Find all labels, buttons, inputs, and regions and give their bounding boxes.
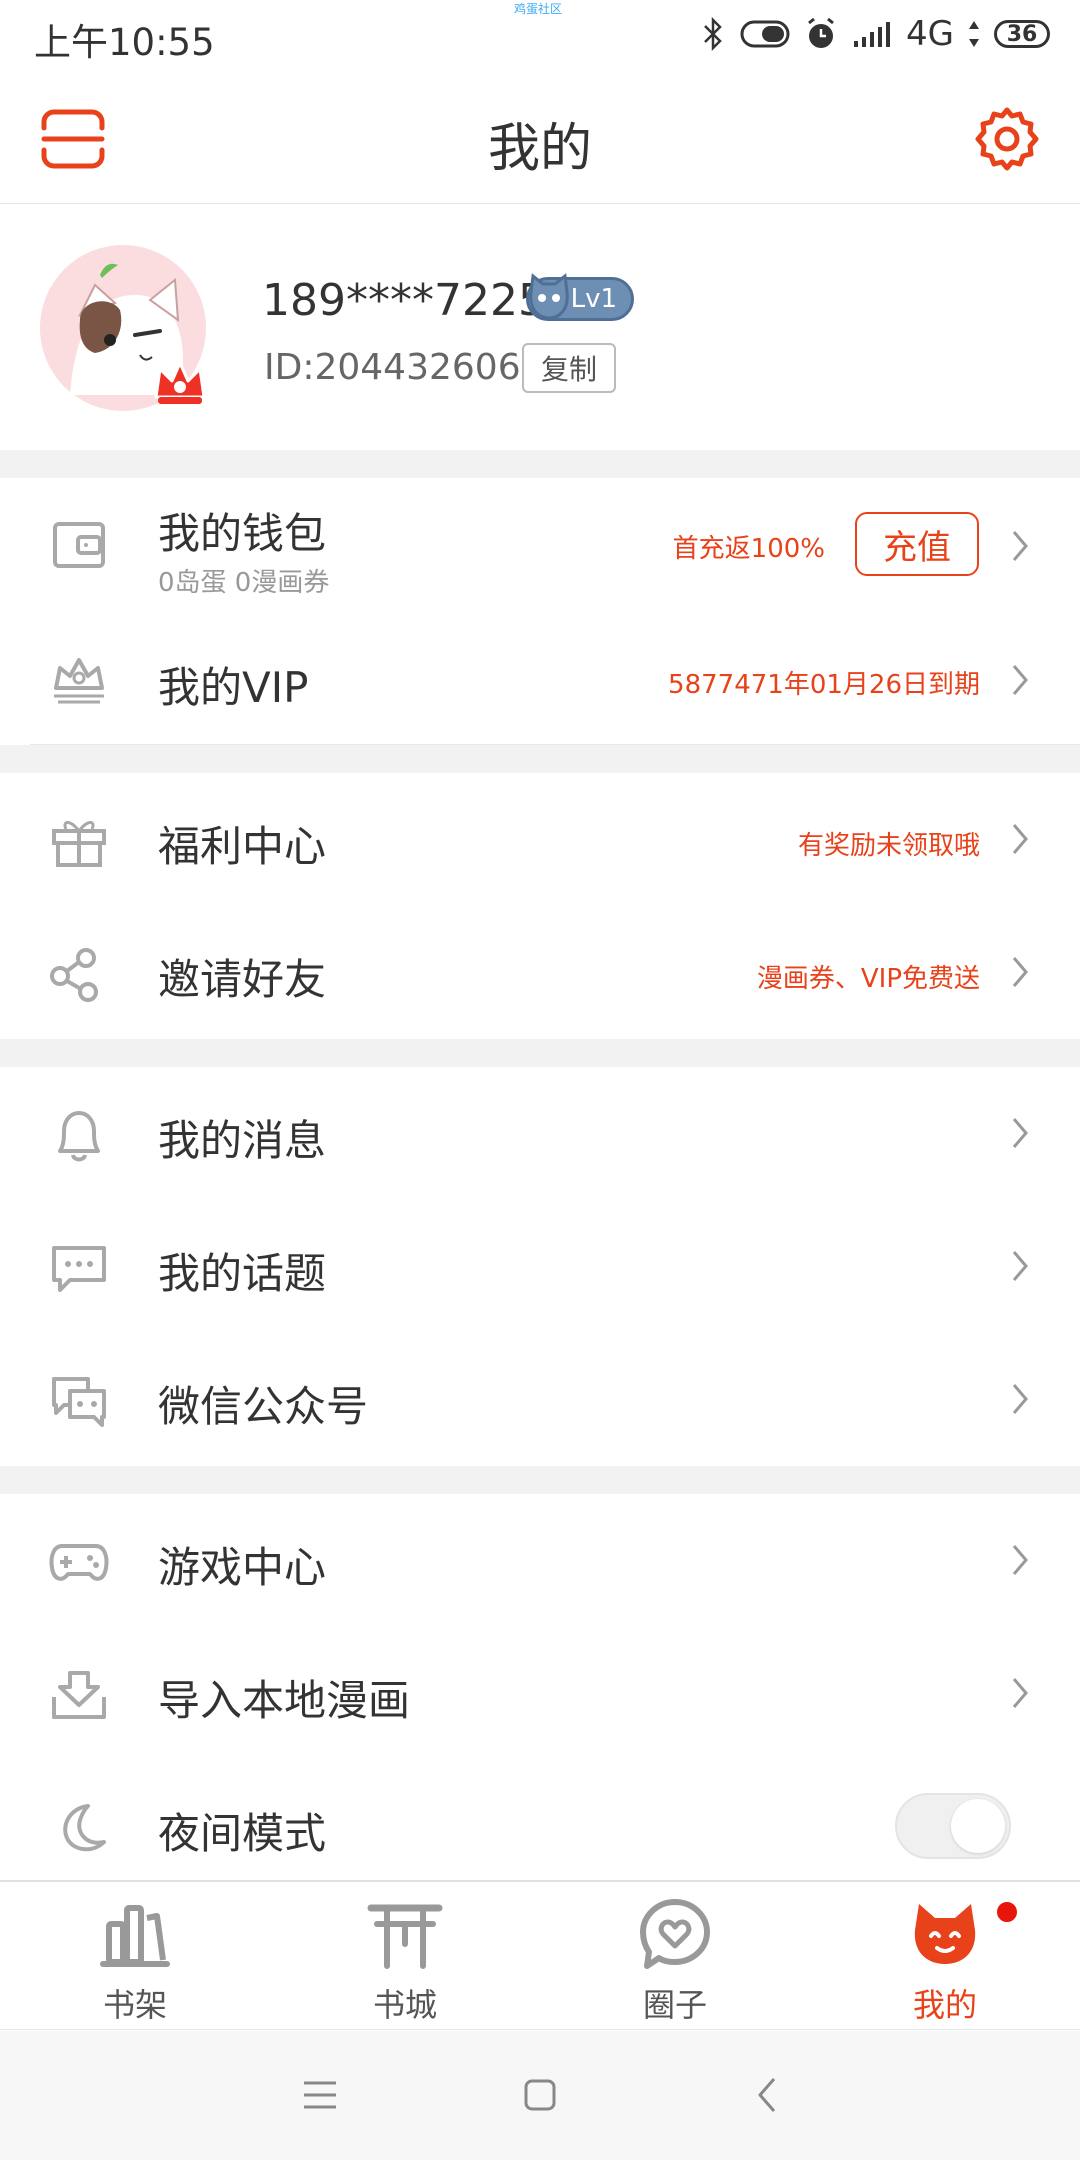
bookshelf-icon bbox=[100, 1905, 170, 1967]
section-separator bbox=[0, 450, 1080, 478]
night-mode-toggle[interactable] bbox=[895, 1793, 1011, 1859]
chevron-right-icon bbox=[1012, 957, 1028, 987]
data-arrows-icon bbox=[969, 21, 979, 47]
moon-icon bbox=[63, 1804, 106, 1852]
tab-bookshelf[interactable]: 书架 bbox=[0, 1882, 270, 2029]
chat-bubble-icon bbox=[52, 1246, 106, 1292]
menu-item-topics[interactable]: 我的话题 bbox=[0, 1200, 1080, 1333]
night-mode-label: 夜间模式 bbox=[158, 1809, 327, 1858]
topics-label: 我的话题 bbox=[158, 1249, 327, 1298]
chevron-right-icon bbox=[1012, 531, 1028, 561]
menu-item-import-local-comics[interactable]: 导入本地漫画 bbox=[0, 1627, 1080, 1760]
wallet-icon bbox=[53, 522, 105, 568]
messages-label: 我的消息 bbox=[158, 1116, 327, 1165]
bluetooth-icon bbox=[704, 17, 722, 51]
bell-icon bbox=[58, 1111, 100, 1162]
bookstore-icon bbox=[367, 1904, 443, 1969]
chevron-right-icon bbox=[1012, 1678, 1028, 1708]
chevron-right-icon bbox=[1012, 1251, 1028, 1281]
cat-icon bbox=[914, 1904, 976, 1964]
import-label: 导入本地漫画 bbox=[158, 1676, 411, 1725]
wallet-balance: 0岛蛋 0漫画券 bbox=[158, 568, 330, 598]
tab-label: 我的 bbox=[912, 1986, 977, 2024]
section-separator bbox=[0, 1466, 1080, 1494]
status-icons: 4G 36 bbox=[700, 14, 1050, 54]
vip-label: 我的VIP bbox=[158, 663, 309, 712]
page-header: 我的 bbox=[0, 70, 1080, 204]
status-watermark: 鸡蛋社区 bbox=[514, 2, 563, 16]
section-separator bbox=[0, 1039, 1080, 1067]
recharge-button[interactable]: 充值 bbox=[855, 512, 979, 576]
level-text: Lv1 bbox=[570, 284, 617, 314]
settings-gear-icon[interactable] bbox=[974, 106, 1040, 172]
menu-item-invite-friends[interactable]: 邀请好友 漫画券、VIP免费送 bbox=[0, 906, 1080, 1039]
crown-badge-icon bbox=[154, 361, 206, 404]
chevron-right-icon bbox=[1012, 665, 1028, 695]
page-title: 我的 bbox=[487, 119, 592, 179]
network-type: 4G bbox=[906, 14, 954, 54]
tab-bookstore[interactable]: 书城 bbox=[270, 1882, 540, 2029]
wallet-promo: 首充返100% bbox=[672, 534, 825, 564]
notification-dot bbox=[995, 1900, 1019, 1924]
vip-expiry: 5877471年01月26日到期 bbox=[668, 670, 980, 700]
menu-item-welfare-center[interactable]: 福利中心 有奖励未领取哦 bbox=[0, 773, 1080, 906]
profile-card[interactable]: 189****7225 Lv1 ID:204432606 复制 bbox=[0, 205, 1080, 450]
menu-icon[interactable] bbox=[300, 2075, 340, 2115]
crown-icon bbox=[54, 658, 104, 704]
share-icon bbox=[50, 948, 98, 1002]
bottom-tab-bar: 书架 书城 圈子 我的 bbox=[0, 1880, 1080, 2030]
gift-icon bbox=[52, 821, 106, 867]
system-navigation-bar bbox=[0, 2031, 1080, 2160]
welfare-hint: 有奖励未领取哦 bbox=[797, 831, 980, 861]
circle-icon bbox=[640, 1899, 710, 1969]
toggle-status-icon bbox=[740, 20, 790, 48]
toggle-knob bbox=[951, 1799, 1005, 1853]
status-time: 上午10:55 bbox=[34, 21, 215, 64]
wechat-icon bbox=[52, 1377, 106, 1427]
copy-id-button[interactable]: 复制 bbox=[522, 343, 616, 393]
tab-label: 书架 bbox=[102, 1986, 167, 2024]
signal-icon bbox=[854, 22, 891, 47]
chevron-right-icon bbox=[1012, 1384, 1028, 1414]
chevron-right-icon bbox=[1012, 824, 1028, 854]
chevron-right-icon bbox=[1012, 1118, 1028, 1148]
user-id: ID:204432606 bbox=[264, 347, 521, 388]
tab-mine[interactable]: 我的 bbox=[810, 1882, 1080, 2029]
import-download-icon bbox=[52, 1671, 106, 1719]
menu-item-night-mode: 夜间模式 bbox=[0, 1760, 1080, 1880]
invite-label: 邀请好友 bbox=[158, 955, 327, 1004]
menu-item-messages[interactable]: 我的消息 bbox=[0, 1067, 1080, 1200]
cat-face-icon bbox=[529, 273, 569, 320]
tab-label: 书城 bbox=[372, 1986, 437, 2024]
welfare-label: 福利中心 bbox=[158, 822, 327, 871]
games-label: 游戏中心 bbox=[158, 1543, 327, 1592]
menu-item-vip[interactable]: 我的VIP 5877471年01月26日到期 bbox=[0, 618, 1080, 744]
alarm-icon bbox=[808, 17, 834, 48]
chevron-right-icon bbox=[1012, 1545, 1028, 1575]
back-icon[interactable] bbox=[748, 2075, 788, 2115]
home-icon[interactable] bbox=[520, 2075, 560, 2115]
status-bar: 上午10:55 鸡蛋社区 4G 36 bbox=[0, 0, 1080, 70]
battery-indicator: 36 bbox=[994, 20, 1050, 48]
tab-label: 圈子 bbox=[642, 1986, 707, 2024]
section-separator bbox=[0, 745, 1080, 773]
tab-circle[interactable]: 圈子 bbox=[540, 1882, 810, 2029]
wallet-label: 我的钱包 bbox=[158, 509, 327, 558]
username: 189****7225 bbox=[262, 275, 546, 326]
wechat-label: 微信公众号 bbox=[158, 1382, 369, 1431]
level-badge: Lv1 bbox=[526, 273, 634, 321]
menu-item-wechat-account[interactable]: 微信公众号 bbox=[0, 1333, 1080, 1466]
gamepad-icon bbox=[49, 1544, 109, 1581]
invite-hint: 漫画券、VIP免费送 bbox=[756, 964, 980, 994]
menu-item-wallet[interactable]: 我的钱包 0岛蛋 0漫画券 首充返100% 充值 bbox=[0, 478, 1080, 618]
menu-item-game-center[interactable]: 游戏中心 bbox=[0, 1494, 1080, 1627]
